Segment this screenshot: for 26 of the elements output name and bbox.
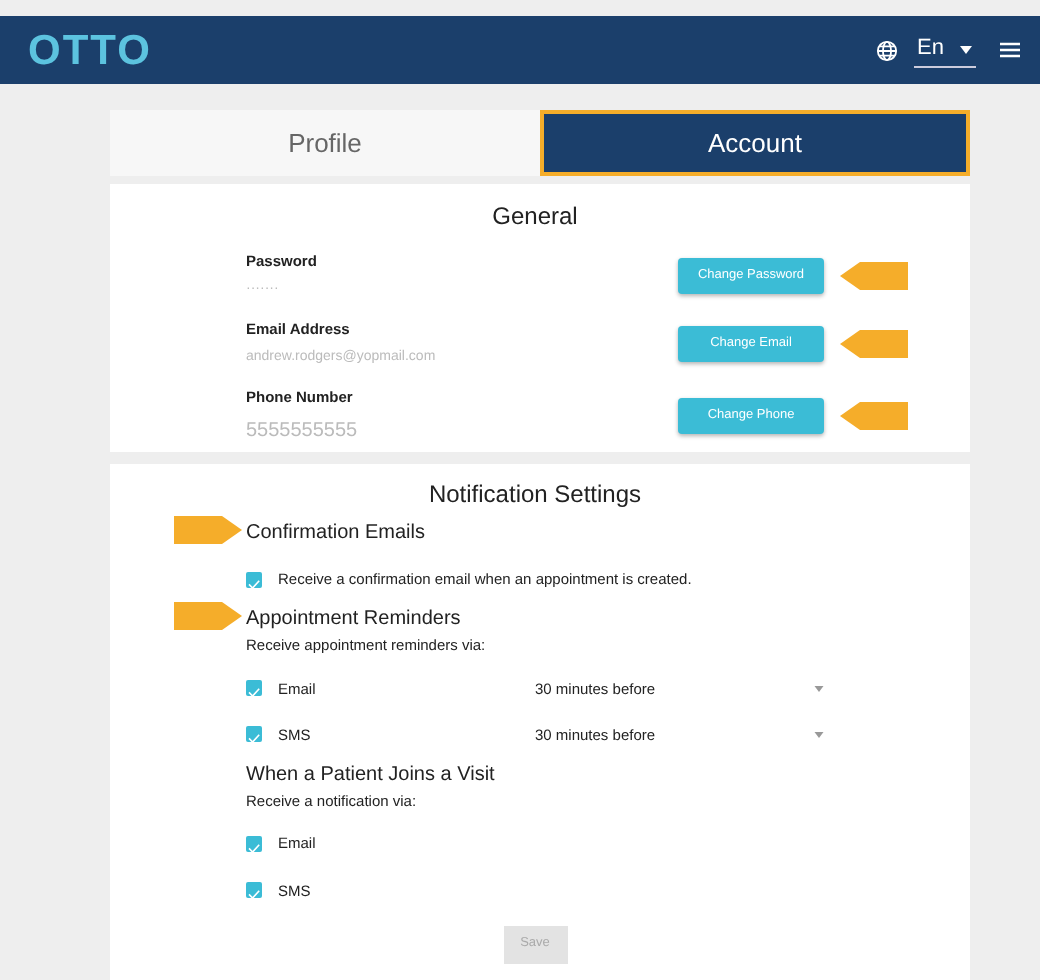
section-heading: When a Patient Joins a Visit (246, 762, 497, 790)
check-icon (246, 886, 262, 903)
menu-button[interactable] (1000, 42, 1020, 58)
globe-icon (875, 39, 898, 61)
caret-icon (814, 685, 824, 692)
check-icon (246, 730, 262, 747)
check-icon (246, 575, 262, 592)
caret-icon (960, 45, 972, 53)
checkbox[interactable] (246, 835, 262, 852)
language-dropdown[interactable]: En (913, 32, 976, 68)
check-icon (246, 684, 262, 701)
checkbox[interactable] (246, 882, 262, 899)
section-heading: Confirmation Emails (246, 520, 427, 548)
caret-icon (814, 731, 824, 738)
field-value: 5555555555 (246, 417, 358, 446)
menu-icon (1000, 42, 1020, 58)
checkbox[interactable] (246, 726, 262, 743)
section-heading: Appointment Reminders (246, 606, 463, 635)
check-icon (246, 839, 262, 856)
section-title: Notification Settings (426, 478, 644, 512)
tab[interactable]: Account (540, 110, 970, 176)
logo: OTTO (28, 29, 152, 71)
checkbox[interactable] (246, 571, 262, 588)
checkbox[interactable] (246, 680, 262, 697)
tab[interactable]: Profile (110, 110, 540, 176)
section-title: General (490, 200, 580, 234)
